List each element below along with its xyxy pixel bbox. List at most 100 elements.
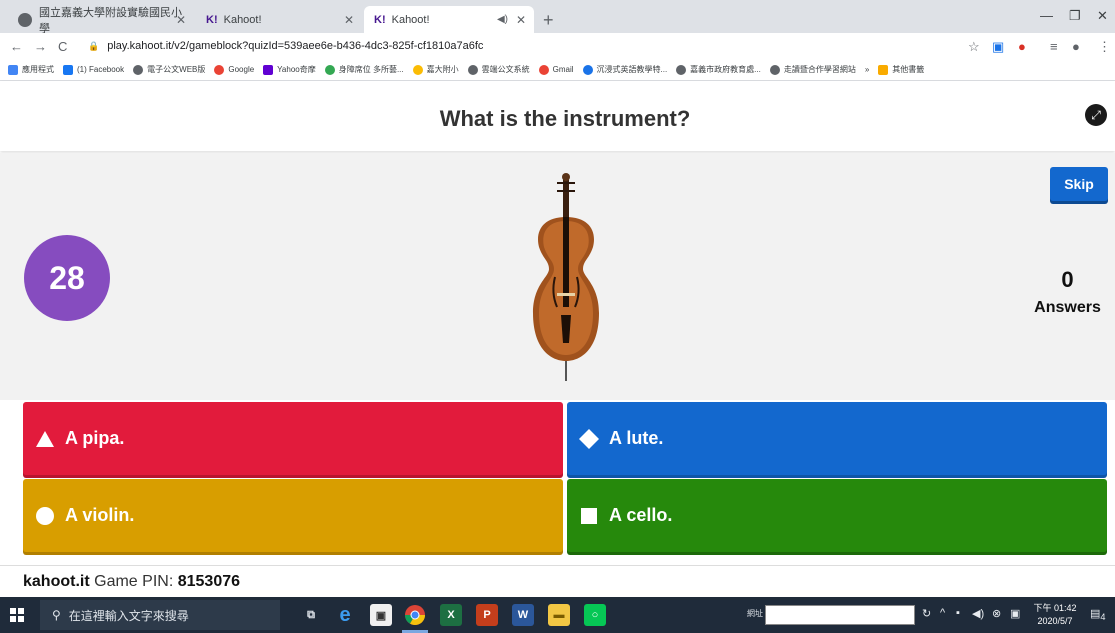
network-icon[interactable]: ▪: [956, 607, 960, 619]
address-bar: ← → C 🔒 play.kahoot.it/v2/gameblock?quiz…: [0, 33, 1115, 59]
speaker-icon[interactable]: ◀): [497, 14, 508, 25]
bookmarks-overflow[interactable]: »: [865, 65, 869, 74]
menu-icon[interactable]: ⋮: [1098, 39, 1111, 55]
globe-icon: [769, 64, 780, 75]
task-view-icon[interactable]: ⧉: [300, 604, 322, 626]
bookmark-icon: [412, 64, 423, 75]
game-footer: kahoot.it Game PIN: 8153076: [0, 565, 1115, 597]
answer-text: A violin.: [65, 505, 135, 525]
tab-kahoot-1[interactable]: K! Kahoot! ✕: [196, 6, 362, 33]
bookmark-apps[interactable]: 應用程式: [8, 64, 54, 75]
clock-date: 2020/5/7: [1037, 616, 1073, 626]
answers-count: 0: [1061, 267, 1074, 292]
clock-time: 下午 01:42: [1033, 603, 1077, 613]
game-pin: kahoot.it Game PIN: 8153076: [23, 573, 240, 591]
bookmark-item[interactable]: 電子公文WEB版: [133, 64, 205, 75]
search-placeholder: 在這裡輸入文字來搜尋: [68, 608, 189, 623]
globe-icon: [18, 12, 32, 27]
close-icon[interactable]: ✕: [344, 13, 354, 27]
bookmark-icon: [324, 64, 335, 75]
chrome-icon[interactable]: [404, 604, 426, 626]
profile-icon[interactable]: ●: [1072, 39, 1080, 54]
bookmark-google[interactable]: Google: [214, 64, 254, 75]
edge-icon[interactable]: e: [334, 604, 356, 626]
kahoot-icon: K!: [206, 13, 218, 26]
circle-icon: [35, 506, 55, 526]
extension-icon[interactable]: ▣: [992, 39, 1004, 55]
facebook-icon: [63, 64, 73, 75]
url-field[interactable]: 🔒 play.kahoot.it/v2/gameblock?quizId=539…: [88, 37, 958, 55]
chevron-up-icon[interactable]: ^: [940, 607, 945, 619]
globe-icon: [467, 64, 478, 75]
powerpoint-icon[interactable]: P: [476, 604, 498, 626]
volume-icon[interactable]: ◀): [972, 607, 984, 620]
answer-option-red[interactable]: A pipa.: [23, 402, 563, 475]
new-tab-icon[interactable]: +: [543, 10, 554, 31]
windows-start-icon[interactable]: [10, 608, 24, 622]
star-icon[interactable]: ☆: [968, 39, 980, 55]
address-toolbar-label: 網址: [747, 609, 763, 618]
forward-icon[interactable]: →: [34, 39, 47, 54]
excel-icon[interactable]: X: [440, 604, 462, 626]
bookmark-item[interactable]: 嘉義市政府教育處...: [676, 64, 761, 75]
bookmarks-bar: 應用程式 (1) Facebook 電子公文WEB版 Google Yahoo奇…: [0, 59, 1115, 81]
pin-label: Game PIN:: [94, 573, 174, 590]
question-header: What is the instrument? ⤢: [0, 81, 1115, 151]
skip-button[interactable]: Skip: [1050, 167, 1108, 201]
fullscreen-icon[interactable]: ⤢: [1085, 104, 1107, 126]
bookmark-facebook[interactable]: (1) Facebook: [63, 64, 124, 75]
bookmark-item[interactable]: 雲端公文系統: [467, 64, 530, 75]
bookmark-gmail[interactable]: Gmail: [538, 64, 574, 75]
close-icon[interactable]: ✕: [176, 13, 186, 27]
question-stage: 28 Skip 0 Answers: [0, 153, 1115, 400]
system-clock[interactable]: 下午 01:42 2020/5/7: [1030, 602, 1080, 628]
reload-icon[interactable]: C: [58, 39, 67, 54]
tab-title: 國立嘉義大學附設實驗國民小學: [39, 6, 182, 35]
lock-icon: 🔒: [88, 40, 100, 51]
answer-option-blue[interactable]: A lute.: [567, 402, 1107, 475]
bookmark-item[interactable]: 身障席位 多所藝...: [324, 64, 404, 75]
extension-icon[interactable]: ●: [1018, 39, 1026, 54]
bookmark-item[interactable]: 沉浸式英語教學特...: [582, 64, 667, 75]
diamond-icon: [579, 428, 599, 449]
file-explorer-icon[interactable]: ▬: [548, 604, 570, 626]
bookmark-item[interactable]: 嘉大附小: [412, 64, 459, 75]
answer-option-yellow[interactable]: A violin.: [23, 479, 563, 552]
input-method-icon[interactable]: ▣: [1010, 607, 1020, 620]
tab-kahoot-2[interactable]: K! Kahoot! ◀) ✕: [364, 6, 534, 33]
close-icon[interactable]: ✕: [516, 13, 526, 27]
windows-taskbar: ⚲ 在這裡輸入文字來搜尋 ⧉ e ▣ X P W ▬ ○ 網址 ↻ ^ ▪ ◀)…: [0, 597, 1115, 633]
cello-image: [533, 173, 599, 381]
settings-icon[interactable]: ⊗: [992, 607, 1001, 620]
reading-list-icon[interactable]: ≡: [1050, 39, 1058, 54]
taskbar-search[interactable]: ⚲ 在這裡輸入文字來搜尋: [40, 600, 280, 630]
globe-icon: [676, 64, 687, 75]
countdown-timer: 28: [24, 235, 110, 321]
minimize-icon[interactable]: —: [1040, 8, 1053, 23]
answers-label: Answers: [1034, 299, 1101, 316]
bookmark-yahoo[interactable]: Yahoo奇摩: [263, 64, 316, 75]
line-icon[interactable]: ○: [584, 604, 606, 626]
refresh-icon[interactable]: ↻: [922, 607, 931, 620]
apps-icon: [8, 64, 18, 75]
site-name: kahoot.it: [23, 573, 90, 590]
word-icon[interactable]: W: [512, 604, 534, 626]
tab-school[interactable]: 國立嘉義大學附設實驗國民小學 ✕: [8, 6, 194, 35]
url-text: play.kahoot.it/v2/gameblock?quizId=539ae…: [107, 40, 484, 52]
tab-title: Kahoot!: [391, 13, 430, 26]
address-toolbar-input[interactable]: [765, 605, 915, 625]
answer-option-green[interactable]: A cello.: [567, 479, 1107, 552]
folder-icon: [878, 64, 889, 75]
bookmark-item[interactable]: 走讀暨合作學習網站: [769, 64, 856, 75]
tab-title: Kahoot!: [223, 13, 262, 26]
notification-icon[interactable]: ▤4: [1090, 607, 1106, 622]
google-icon: [214, 64, 225, 75]
back-icon[interactable]: ←: [10, 39, 23, 54]
store-icon[interactable]: ▣: [370, 604, 392, 626]
yahoo-icon: [263, 64, 274, 75]
bookmark-other[interactable]: 其他書籤: [878, 64, 924, 75]
maximize-icon[interactable]: ❐: [1069, 8, 1081, 24]
window-close-icon[interactable]: ✕: [1097, 8, 1108, 24]
browser-tab-bar: 國立嘉義大學附設實驗國民小學 ✕ K! Kahoot! ✕ K! Kahoot!…: [0, 0, 1115, 35]
answer-text: A pipa.: [65, 428, 125, 448]
